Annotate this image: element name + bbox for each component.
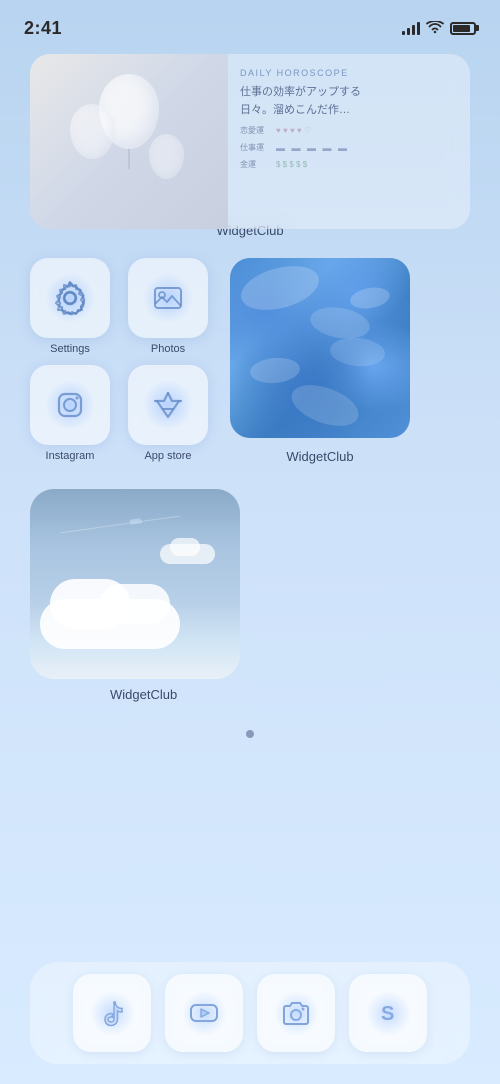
main-content: DAILY HOROSCOPE 仕事の効率がアップする 日々。溜めこんだ作… 恋… [0,44,500,756]
instagram-icon-bg[interactable] [30,365,110,445]
water-widget-container: WidgetClub [230,258,410,464]
tiktok-dock-item[interactable] [73,974,151,1052]
horoscope-text: 仕事の効率がアップする 日々。溜めこんだ作… [240,84,458,119]
photos-icon [150,280,186,316]
app-widget-row-1: Settings Photos [30,258,470,464]
sky-widget[interactable] [30,489,240,679]
app-store-icon [150,387,186,423]
sky-widget-section: WidgetClub [30,489,470,702]
camera-dock-item[interactable] [257,974,335,1052]
youtube-dock-item[interactable] [165,974,243,1052]
settings-app[interactable]: Settings [30,258,110,355]
app-store-app[interactable]: App store [128,365,208,462]
love-row: 恋愛運 ♥ ♥ ♥ ♥ ♡ [240,125,458,136]
settings-label: Settings [50,343,90,355]
horoscope-title: DAILY HOROSCOPE [240,68,458,78]
status-time: 2:41 [24,18,62,39]
app-row-2: Instagram App store [30,365,208,462]
youtube-icon-bg[interactable] [165,974,243,1052]
settings-icon [52,280,88,316]
sky-widget-label: WidgetClub [110,687,177,702]
money-row: 金運 $ $ $ $ $ [240,159,458,170]
photos-icon-bg[interactable] [128,258,208,338]
horoscope-content: DAILY HOROSCOPE 仕事の効率がアップする 日々。溜めこんだ作… 恋… [228,54,470,229]
app-grid-left: Settings Photos [30,258,208,462]
safari-icon-bg[interactable]: S [349,974,427,1052]
page-indicator [30,722,470,746]
app-store-label: App store [144,450,191,462]
dock: S [30,962,470,1064]
status-bar: 2:41 [0,0,500,44]
water-widget-label: WidgetClub [286,449,353,464]
horoscope-widget[interactable]: DAILY HOROSCOPE 仕事の効率がアップする 日々。溜めこんだ作… 恋… [30,54,470,229]
water-widget[interactable] [230,258,410,438]
camera-icon-bg[interactable] [257,974,335,1052]
battery-icon [450,22,476,35]
status-icons [402,21,476,35]
instagram-label: Instagram [46,450,95,462]
wifi-icon [426,21,444,35]
safari-dock-item[interactable]: S [349,974,427,1052]
photos-app[interactable]: Photos [128,258,208,355]
settings-icon-bg[interactable] [30,258,110,338]
work-row: 仕事運 ▬ ▬ ▬ ▬ ▬ [240,142,458,153]
app-row-1: Settings Photos [30,258,208,355]
instagram-icon [52,387,88,423]
instagram-app[interactable]: Instagram [30,365,110,462]
horoscope-image [30,54,228,229]
signal-icon [402,21,420,35]
page-dot-1 [246,730,254,738]
photos-label: Photos [151,343,185,355]
tiktok-icon-bg[interactable] [73,974,151,1052]
app-store-icon-bg[interactable] [128,365,208,445]
